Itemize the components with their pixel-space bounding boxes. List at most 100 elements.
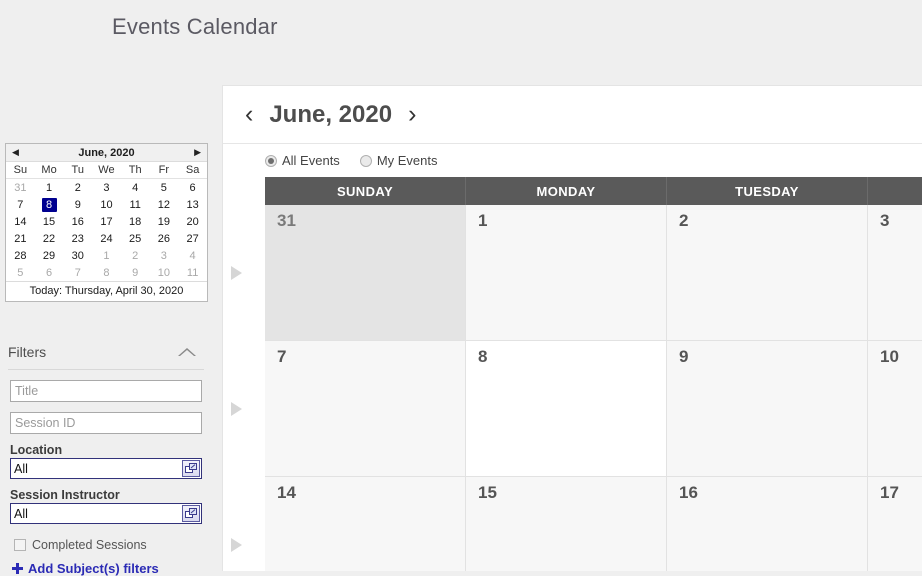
mini-calendar-day[interactable]: 10 [92, 196, 121, 213]
mini-calendar-week: 31123456 [6, 179, 207, 197]
add-subject-filters-link[interactable]: Add Subject(s) filters [12, 561, 212, 576]
title-input[interactable] [10, 380, 202, 402]
mini-calendar-weekday: Tu [63, 163, 92, 179]
mini-calendar-day[interactable]: 1 [92, 247, 121, 264]
mini-calendar-day-number: 30 [70, 249, 85, 263]
mini-calendar-day[interactable]: 15 [35, 213, 64, 230]
mini-calendar-day[interactable]: 6 [35, 264, 64, 281]
mini-calendar-day[interactable]: 11 [121, 196, 150, 213]
calendar-week-row: 78910 [265, 341, 922, 477]
calendar-day-cell[interactable]: 3 [868, 205, 922, 340]
mini-calendar-day[interactable]: 10 [150, 264, 179, 281]
radio-button-icon[interactable] [360, 155, 372, 167]
mini-calendar-weekday-row: SuMoTuWeThFrSa [6, 163, 207, 179]
mini-calendar-day[interactable]: 17 [92, 213, 121, 230]
mini-calendar-day[interactable]: 22 [35, 230, 64, 247]
mini-calendar-day[interactable]: 30 [63, 247, 92, 264]
filters-panel: Filters Location All Session Instructor … [0, 340, 212, 576]
mini-calendar-day-number: 10 [156, 266, 171, 280]
mini-calendar-day[interactable]: 3 [150, 247, 179, 264]
calendar-day-cell[interactable]: 10 [868, 341, 922, 476]
calendar-day-cell[interactable]: 8 [466, 341, 667, 476]
mini-calendar-week: 1415 16 17 18 1920 [6, 213, 207, 230]
calendar-prev-month-button[interactable]: ‹ [245, 102, 253, 127]
mini-calendar-day[interactable]: 11 [178, 264, 207, 281]
week-expand-icon[interactable] [231, 402, 242, 416]
mini-calendar-day[interactable]: 9 [63, 196, 92, 213]
mini-calendar-day[interactable]: 7 [63, 264, 92, 281]
mini-calendar-day[interactable]: 31 [6, 179, 35, 197]
mini-calendar-day[interactable]: 18 [121, 213, 150, 230]
mini-calendar-day-number: 28 [13, 249, 28, 263]
session-instructor-picker-icon[interactable] [182, 505, 200, 522]
mini-calendar-day-number: 16 [70, 215, 85, 229]
mini-calendar-day-number: 18 [128, 215, 143, 229]
mini-calendar-day[interactable]: 19 [150, 213, 179, 230]
session-instructor-picker[interactable]: All [10, 503, 202, 524]
mini-calendar-day[interactable]: 16 [63, 213, 92, 230]
calendar-day-cell[interactable]: 17 [868, 477, 922, 571]
mini-calendar-day[interactable]: 28 [6, 247, 35, 264]
week-expand-icon[interactable] [231, 538, 242, 552]
mini-calendar-day-number: 3 [99, 181, 114, 195]
calendar-day-cell[interactable]: 31 [265, 205, 466, 340]
mini-calendar-day[interactable]: 8 [92, 264, 121, 281]
mini-calendar-day-number: 23 [70, 232, 85, 246]
mini-calendar-day[interactable]: 2 [63, 179, 92, 197]
mini-calendar-day[interactable]: 4 [121, 179, 150, 197]
chevron-up-icon[interactable] [178, 348, 196, 356]
mini-calendar-day-selected[interactable]: 8 [35, 196, 64, 213]
mini-calendar-weekday: Su [6, 163, 35, 179]
mini-calendar-day-number: 11 [128, 198, 143, 212]
calendar-day-cell[interactable]: 1 [466, 205, 667, 340]
mini-calendar-day[interactable]: 27 [178, 230, 207, 247]
location-value: All [11, 462, 182, 476]
calendar-day-cell[interactable]: 9 [667, 341, 868, 476]
radio-option-all-events[interactable]: All Events [265, 153, 340, 168]
mini-calendar-prev-icon[interactable]: ◀ [12, 148, 19, 157]
mini-calendar-week: 2122 23 24252627 [6, 230, 207, 247]
calendar-day-number: 8 [478, 347, 666, 367]
mini-calendar-day[interactable]: 29 [35, 247, 64, 264]
mini-calendar-day[interactable]: 21 [6, 230, 35, 247]
mini-calendar-day[interactable]: 24 [92, 230, 121, 247]
mini-calendar-day[interactable]: 1 [35, 179, 64, 197]
mini-calendar-day[interactable]: 5 [150, 179, 179, 197]
mini-calendar-day[interactable]: 12 [150, 196, 179, 213]
mini-calendar-day[interactable]: 4 [178, 247, 207, 264]
mini-calendar-today-label: Today: Thursday, April 30, 2020 [6, 281, 207, 301]
mini-calendar-day[interactable]: 23 [63, 230, 92, 247]
calendar-day-cell[interactable]: 14 [265, 477, 466, 571]
mini-calendar-day[interactable]: 25 [121, 230, 150, 247]
completed-sessions-checkbox[interactable] [14, 539, 26, 551]
mini-calendar-day[interactable]: 2 [121, 247, 150, 264]
mini-calendar-day[interactable]: 6 [178, 179, 207, 197]
calendar-day-cell[interactable]: 16 [667, 477, 868, 571]
calendar-next-month-button[interactable]: › [408, 102, 416, 127]
mini-calendar-day[interactable]: 20 [178, 213, 207, 230]
calendar-day-cell[interactable]: 7 [265, 341, 466, 476]
week-expand-icon[interactable] [231, 266, 242, 280]
mini-calendar-day[interactable]: 14 [6, 213, 35, 230]
mini-calendar-day[interactable]: 5 [6, 264, 35, 281]
calendar-day-number: 14 [277, 483, 465, 503]
mini-calendar-day[interactable]: 13 [178, 196, 207, 213]
radio-option-label: All Events [282, 153, 340, 168]
location-picker[interactable]: All [10, 458, 202, 479]
mini-calendar-day[interactable]: 9 [121, 264, 150, 281]
mini-calendar-day[interactable]: 3 [92, 179, 121, 197]
calendar-day-number: 17 [880, 483, 922, 503]
session-id-input[interactable] [10, 412, 202, 434]
mini-calendar-day-number: 11 [185, 266, 200, 280]
calendar-day-cell[interactable]: 15 [466, 477, 667, 571]
radio-option-my-events[interactable]: My Events [360, 153, 438, 168]
mini-calendar-day[interactable]: 7 [6, 196, 35, 213]
location-picker-icon[interactable] [182, 460, 200, 477]
mini-calendar-day[interactable]: 26 [150, 230, 179, 247]
mini-calendar-day-number: 17 [99, 215, 114, 229]
radio-button-icon[interactable] [265, 155, 277, 167]
completed-sessions-row[interactable]: Completed Sessions [14, 538, 212, 552]
calendar-day-cell[interactable]: 2 [667, 205, 868, 340]
calendar-weekday-header: TUESDAY [667, 177, 868, 205]
mini-calendar-next-icon[interactable]: ▶ [194, 148, 201, 157]
